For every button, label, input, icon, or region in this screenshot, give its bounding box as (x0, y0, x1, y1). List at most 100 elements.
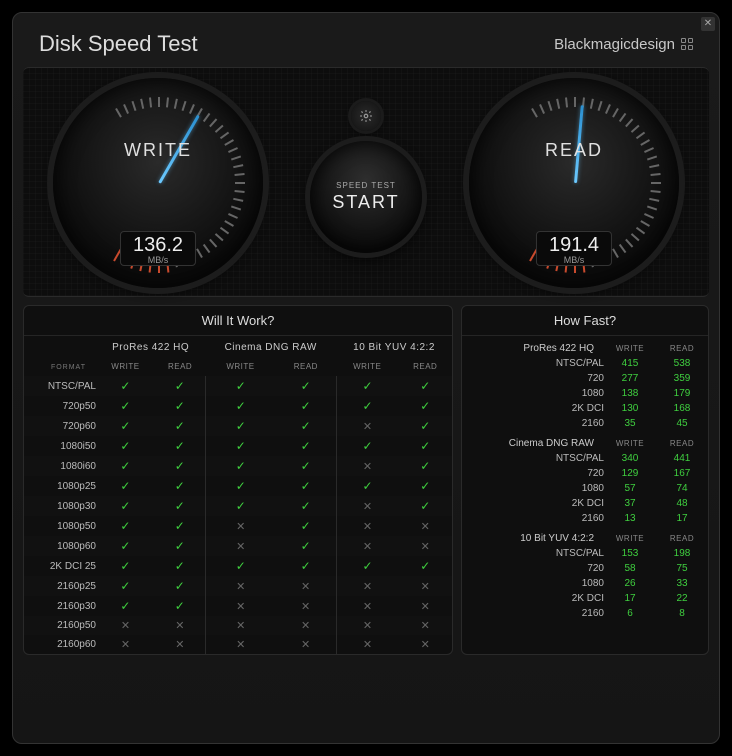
write-fps: 415 (604, 356, 656, 371)
write-fps: 58 (604, 561, 656, 576)
codec-header: 10 Bit YUV 4:2:2 (336, 336, 452, 357)
col-write: WRITE (96, 357, 155, 376)
check-icon: ✓ (175, 479, 185, 493)
check-icon: ✓ (175, 419, 185, 433)
check-icon: ✓ (301, 539, 311, 553)
cross-icon: ✕ (363, 601, 372, 613)
check-icon: ✓ (120, 539, 130, 553)
write-gauge: WRITE 136.2 MB/s (53, 78, 263, 288)
table-row: NTSC/PAL415538 (462, 356, 708, 371)
start-subtitle: SPEED TEST (336, 181, 396, 190)
check-icon: ✓ (120, 579, 130, 593)
cross-icon: ✕ (236, 639, 245, 651)
format-label: 2K DCI (462, 591, 604, 606)
table-row: 2K DCI1722 (462, 591, 708, 606)
format-label: 1080i50 (24, 436, 96, 456)
check-icon: ✓ (301, 499, 311, 513)
read-value: 191.4 (549, 234, 599, 257)
table-row: 2160p25✓✓✕✕✕✕ (24, 576, 452, 596)
check-icon: ✓ (420, 559, 430, 573)
col-read: READ (656, 336, 708, 356)
check-icon: ✓ (120, 499, 130, 513)
format-label: 2160 (462, 606, 604, 621)
brand-text: Blackmagicdesign (554, 36, 675, 53)
format-label: 2160p25 (24, 576, 96, 596)
write-fps: 129 (604, 466, 656, 481)
check-icon: ✓ (420, 499, 430, 513)
write-fps: 13 (604, 511, 656, 526)
table-row: NTSC/PAL153198 (462, 546, 708, 561)
read-fps: 359 (656, 371, 708, 386)
check-icon: ✓ (420, 399, 430, 413)
brand-dots-icon (681, 38, 693, 50)
gear-icon[interactable] (351, 101, 381, 131)
check-icon: ✓ (420, 479, 430, 493)
check-icon: ✓ (362, 379, 372, 393)
app-title: Disk Speed Test (39, 31, 198, 57)
check-icon: ✓ (301, 519, 311, 533)
read-fps: 167 (656, 466, 708, 481)
check-icon: ✓ (175, 499, 185, 513)
cross-icon: ✕ (363, 541, 372, 553)
check-icon: ✓ (120, 599, 130, 613)
check-icon: ✓ (175, 379, 185, 393)
col-write: WRITE (604, 526, 656, 546)
table-row: 2160p50✕✕✕✕✕✕ (24, 616, 452, 635)
check-icon: ✓ (175, 559, 185, 573)
check-icon: ✓ (236, 399, 246, 413)
check-icon: ✓ (120, 519, 130, 533)
check-icon: ✓ (301, 399, 311, 413)
cross-icon: ✕ (421, 639, 430, 651)
cross-icon: ✕ (301, 639, 310, 651)
read-label: READ (469, 140, 679, 161)
format-label: 1080p25 (24, 476, 96, 496)
col-write: WRITE (604, 431, 656, 451)
check-icon: ✓ (236, 479, 246, 493)
table-row: 21601317 (462, 511, 708, 526)
format-label: 2K DCI (462, 496, 604, 511)
format-label: 720p50 (24, 396, 96, 416)
cross-icon: ✕ (363, 521, 372, 533)
check-icon: ✓ (420, 459, 430, 473)
close-icon[interactable]: ✕ (701, 17, 715, 31)
read-fps: 45 (656, 416, 708, 431)
check-icon: ✓ (175, 599, 185, 613)
read-fps: 538 (656, 356, 708, 371)
check-icon: ✓ (362, 399, 372, 413)
format-label: 1080p60 (24, 536, 96, 556)
check-icon: ✓ (175, 539, 185, 553)
table-row: 10802633 (462, 576, 708, 591)
check-icon: ✓ (236, 439, 246, 453)
check-icon: ✓ (175, 519, 185, 533)
format-label: 2160p30 (24, 596, 96, 616)
check-icon: ✓ (301, 419, 311, 433)
cross-icon: ✕ (121, 639, 130, 651)
write-fps: 138 (604, 386, 656, 401)
format-label: 2160p50 (24, 616, 96, 635)
check-icon: ✓ (175, 399, 185, 413)
cross-icon: ✕ (421, 601, 430, 613)
read-readout: 191.4 MB/s (536, 231, 612, 266)
write-value: 136.2 (133, 234, 183, 257)
write-fps: 6 (604, 606, 656, 621)
check-icon: ✓ (301, 559, 311, 573)
cross-icon: ✕ (236, 620, 245, 632)
check-icon: ✓ (420, 419, 430, 433)
cross-icon: ✕ (175, 620, 184, 632)
start-button[interactable]: SPEED TEST START (310, 141, 422, 253)
table-row: 1080i60✓✓✓✓✕✓ (24, 456, 452, 476)
check-icon: ✓ (175, 459, 185, 473)
table-row: 2K DCI3748 (462, 496, 708, 511)
format-label: 2K DCI (462, 401, 604, 416)
cross-icon: ✕ (363, 421, 372, 433)
check-icon: ✓ (120, 459, 130, 473)
how-fast-panel: How Fast? ProRes 422 HQWRITEREADNTSC/PAL… (461, 305, 709, 655)
check-icon: ✓ (120, 419, 130, 433)
fast-section-header: Cinema DNG RAWWRITEREAD (462, 431, 708, 451)
cross-icon: ✕ (363, 461, 372, 473)
cross-icon: ✕ (363, 620, 372, 632)
write-fps: 153 (604, 546, 656, 561)
table-row: 7205875 (462, 561, 708, 576)
format-label: 2160p60 (24, 635, 96, 654)
fast-title: How Fast? (462, 306, 708, 336)
